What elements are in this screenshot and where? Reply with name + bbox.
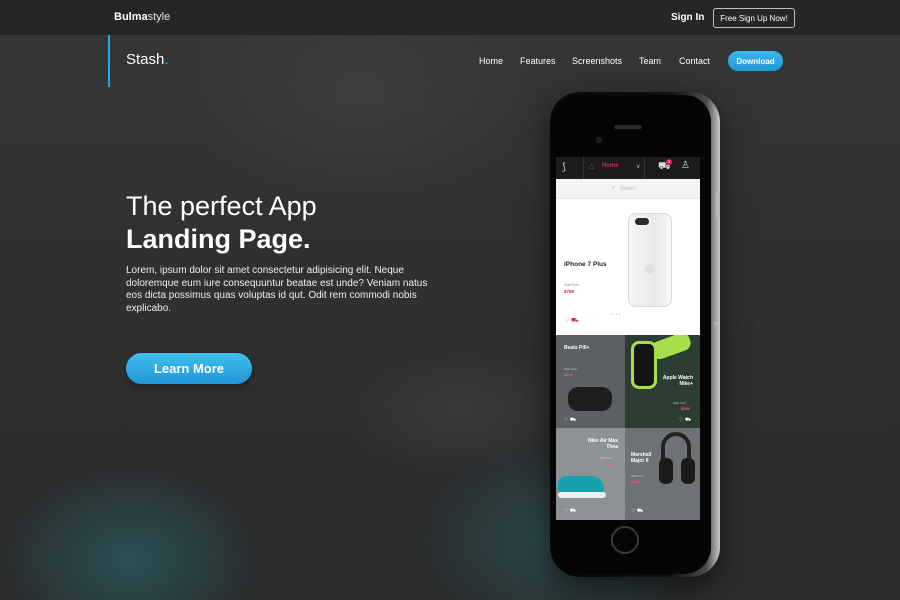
- tile-price: $159: [606, 461, 615, 466]
- featured-product-name: iPhone 7 Plus: [564, 261, 607, 268]
- download-button[interactable]: Download: [728, 51, 783, 71]
- tile-name: Apple Watch Nike+: [662, 375, 693, 387]
- headphone-cup-right: [681, 458, 695, 484]
- product-tile[interactable]: Apple Watch Nike+ Start from $399 ♡ ⛟: [625, 335, 700, 428]
- phone-home-button: [611, 526, 639, 554]
- tile-from: Start from: [564, 367, 578, 371]
- nav-link-features[interactable]: Features: [520, 56, 556, 66]
- apple-logo-icon: [645, 264, 655, 274]
- hero-title-line2: Landing Page.: [126, 224, 311, 254]
- free-signup-button[interactable]: Free Sign Up Now!: [713, 8, 795, 28]
- app-tab-home[interactable]: ⌂ Home ∨: [583, 157, 645, 179]
- tile-name: Nike Air Max Thea: [588, 438, 618, 450]
- phone-side-dot: [714, 322, 718, 325]
- product-tile[interactable]: Marshall Major II Start from $149 ♡ ⛟: [625, 428, 700, 520]
- brand-light: style: [147, 11, 171, 23]
- featured-product-price: $799: [564, 289, 575, 294]
- heart-cart-icons[interactable]: ♡ ⛟: [631, 508, 643, 515]
- nav-link-contact[interactable]: Contact: [679, 56, 710, 66]
- phone-camera: [596, 137, 602, 143]
- phone-screen: ⟆ ⌂ Home ∨ ⛟ 3 ♙ ⌕ Search iPhone 7 Plus …: [556, 157, 700, 520]
- tile-name: Beats Pill+: [564, 345, 590, 351]
- hero-description: Lorem, ipsum dolor sit amet consectetur …: [126, 265, 428, 314]
- tile-from: Start from: [631, 474, 645, 478]
- product-tile[interactable]: Nike Air Max Thea Start from $159 ♡ ⛟: [556, 428, 625, 520]
- headphone-cup-left: [659, 458, 673, 484]
- phone-side-button: [716, 192, 720, 218]
- speaker-image: [568, 387, 612, 411]
- app-search-input[interactable]: ⌕ Search: [556, 179, 700, 199]
- watch-image: [631, 341, 657, 389]
- tile-from: Start from: [673, 401, 687, 405]
- user-icon[interactable]: ♙: [681, 160, 690, 171]
- tile-name: Marshall Major II: [631, 452, 652, 464]
- hero-title-line1: The perfect App: [126, 191, 317, 221]
- heart-cart-icons[interactable]: ♡ ⛟: [564, 417, 576, 424]
- cart-badge: 3: [666, 159, 672, 165]
- iphone-image: [628, 213, 672, 307]
- app-home-label: Home: [602, 163, 619, 169]
- heart-cart-icons[interactable]: ♡ ⛟: [564, 508, 576, 515]
- learn-more-button[interactable]: Learn More: [126, 353, 252, 384]
- phone-speaker: [614, 125, 642, 129]
- logo-text: Stash: [126, 51, 165, 68]
- carousel-dots[interactable]: ●●●●: [610, 312, 621, 316]
- tile-price: $229: [564, 372, 573, 377]
- featured-product-from: Start from: [564, 283, 580, 287]
- nav-link-team[interactable]: Team: [639, 56, 661, 66]
- featured-product-card[interactable]: iPhone 7 Plus Start from $799 ●●●● ♡ ⛟: [556, 199, 700, 335]
- home-icon: ⌂: [589, 161, 595, 171]
- shoe-sole-image: [558, 492, 606, 498]
- tile-from: Start from: [600, 456, 614, 460]
- heart-cart-icons[interactable]: ♡ ⛟: [564, 317, 579, 325]
- app-header: ⟆ ⌂ Home ∨ ⛟ 3 ♙: [556, 157, 700, 179]
- tile-price: $149: [631, 479, 640, 484]
- nav-link-screenshots[interactable]: Screenshots: [572, 56, 622, 66]
- tile-price: $399: [681, 406, 690, 411]
- app-search-placeholder: Search: [620, 186, 636, 192]
- heart-cart-icons[interactable]: ♡ ⛟: [679, 417, 691, 424]
- brand-bold: Bulma: [114, 11, 148, 23]
- product-tile[interactable]: Beats Pill+ Start from $229 ♡ ⛟: [556, 335, 625, 428]
- brand-name[interactable]: Bulmastyle: [114, 11, 170, 23]
- logo-dot: .: [164, 51, 169, 68]
- s-logo-icon[interactable]: ⟆: [562, 162, 566, 173]
- site-logo[interactable]: Stash.: [126, 51, 169, 68]
- sign-in-link[interactable]: Sign In: [671, 12, 704, 23]
- nav-link-home[interactable]: Home: [479, 56, 503, 66]
- search-icon: ⌕: [612, 185, 616, 191]
- iphone-camera-icon: [635, 218, 649, 225]
- top-bar: Bulmastyle Sign In Free Sign Up Now!: [0, 0, 900, 35]
- chevron-down-icon: ∨: [636, 164, 641, 170]
- nav-accent-line: [108, 35, 110, 87]
